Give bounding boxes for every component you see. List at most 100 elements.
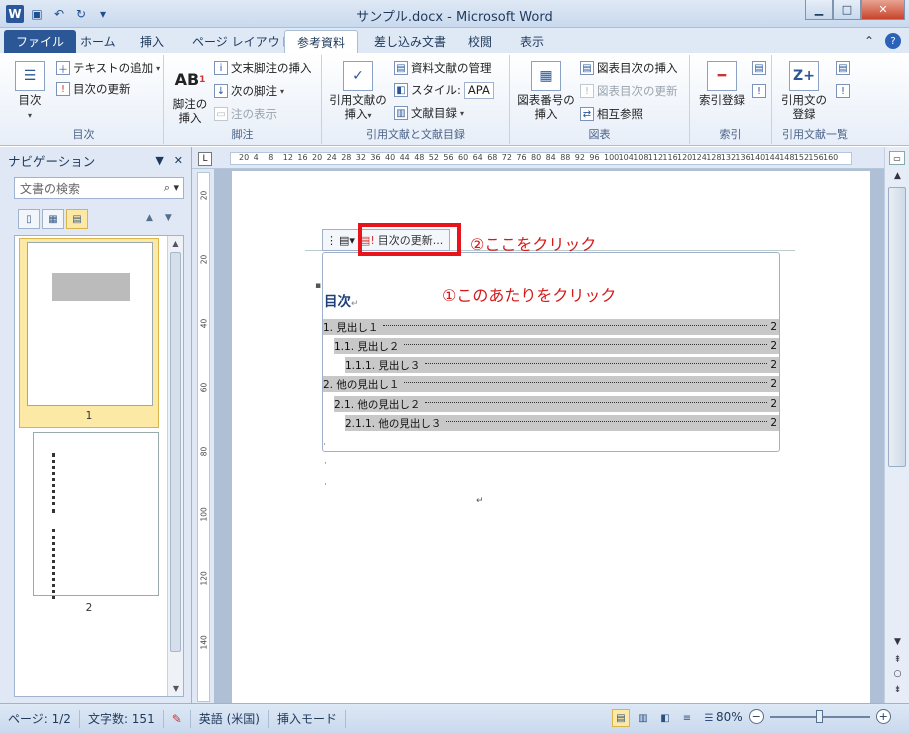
ruler-tick-label: 64 bbox=[472, 153, 483, 162]
toc-menu-icon[interactable]: ▤▾ bbox=[339, 234, 355, 247]
nav-next-icon[interactable]: ▼ bbox=[165, 213, 172, 223]
insert-toa-button[interactable]: ▤ bbox=[836, 59, 850, 77]
add-text-button[interactable]: ＋ テキストの追加 ▾ bbox=[56, 59, 160, 77]
document-scroll-thumb[interactable] bbox=[888, 187, 906, 467]
style-dropdown[interactable]: APA bbox=[463, 81, 494, 99]
scroll-down-icon[interactable]: ▼ bbox=[168, 681, 183, 696]
update-toc-button[interactable]: ! 目次の更新 bbox=[56, 80, 131, 98]
insert-table-of-figures-button[interactable]: ▤ 図表目次の挿入 bbox=[580, 59, 678, 77]
nav-tab-results[interactable]: ▤ bbox=[66, 209, 88, 229]
style-selector[interactable]: ◧ スタイル: APA bbox=[394, 81, 494, 99]
thumbnail-page-1-number: 1 bbox=[85, 410, 93, 422]
nav-tab-headings[interactable]: ▯ bbox=[18, 209, 40, 229]
scroll-down-icon[interactable]: ▼ bbox=[885, 637, 909, 647]
footnote-icon: AB 1 bbox=[174, 70, 206, 89]
status-insert-mode[interactable]: 挿入モード bbox=[269, 709, 346, 728]
zoom-in-icon[interactable]: + bbox=[875, 709, 891, 724]
ruler-tick-label: 140 bbox=[750, 153, 766, 162]
update-toa-button[interactable]: ! bbox=[836, 82, 850, 100]
next-page-icon[interactable]: ⇟ bbox=[885, 685, 909, 695]
toc-entry[interactable]: 2.1.1. 他の見出し３ 2 bbox=[345, 415, 779, 431]
nav-search-placeholder: 文書の検索 bbox=[20, 181, 81, 196]
tab-home[interactable]: ホーム bbox=[68, 30, 128, 53]
group-caption: ▦ 図表番号の 挿入 ▤ 図表目次の挿入 ! 図表目次の更新 ⇄ 相互参照 図表 bbox=[510, 55, 690, 144]
status-word-count[interactable]: 文字数: 151 bbox=[80, 709, 164, 728]
thumbnail-page-2[interactable] bbox=[33, 432, 159, 599]
cross-reference-button[interactable]: ⇄ 相互参照 bbox=[580, 105, 643, 123]
mark-entry-button[interactable]: ━ 索引登録 bbox=[694, 61, 750, 107]
toc-entry[interactable]: 1. 見出し１ 2 bbox=[323, 319, 779, 335]
tab-mailings[interactable]: 差し込み文書 bbox=[362, 30, 458, 53]
insert-index-button[interactable]: ▤ bbox=[752, 59, 766, 77]
zoom-slider[interactable] bbox=[769, 709, 870, 723]
outline-view-icon[interactable]: ≡ bbox=[678, 709, 696, 727]
zoom-knob[interactable] bbox=[815, 709, 823, 723]
toc-entry[interactable]: 2. 他の見出し１ 2 bbox=[323, 376, 779, 392]
zoom-level[interactable]: 80% bbox=[716, 710, 743, 724]
web-layout-icon[interactable]: ◧ bbox=[656, 709, 674, 727]
next-footnote-button[interactable]: ↓ 次の脚注 ▾ bbox=[214, 82, 284, 100]
tab-selector-button[interactable]: L bbox=[198, 152, 212, 166]
group-label-citation: 引用文献と文献目録 bbox=[366, 128, 465, 141]
insert-citation-button[interactable]: ✓ 引用文献の 挿入▾ bbox=[326, 61, 390, 123]
manage-sources-button[interactable]: ▤ 資料文献の管理 bbox=[394, 59, 492, 77]
thumbnail-page-1[interactable] bbox=[27, 242, 153, 406]
add-text-icon: ＋ bbox=[56, 61, 70, 76]
scroll-up-icon[interactable]: ▲ bbox=[168, 236, 183, 251]
search-icon[interactable]: ⌕ ▾ bbox=[164, 181, 179, 195]
full-screen-reading-icon[interactable]: ▥ bbox=[634, 709, 652, 727]
paragraph-mark: · bbox=[324, 459, 327, 469]
nav-close-icon[interactable]: ✕ bbox=[174, 154, 183, 167]
nav-tab-pages[interactable]: ▦ bbox=[42, 209, 64, 229]
minimize-button[interactable]: ▁ bbox=[805, 0, 833, 20]
minimize-ribbon-icon[interactable]: ⌃ bbox=[861, 33, 877, 49]
toc-button[interactable]: ☰ 目次 ▾ bbox=[10, 61, 50, 123]
tab-file[interactable]: ファイル bbox=[4, 30, 77, 53]
close-button[interactable]: ✕ bbox=[861, 0, 905, 20]
nav-prev-icon[interactable]: ▲ bbox=[146, 213, 153, 223]
cursor-mark: ▪ bbox=[315, 281, 322, 291]
prev-page-icon[interactable]: ⇞ bbox=[885, 655, 909, 665]
split-icon[interactable]: ▭ bbox=[889, 151, 905, 165]
tab-review[interactable]: 校閲 bbox=[456, 30, 504, 53]
ruler-tick-label: 16 bbox=[297, 153, 308, 162]
ruler-tick-label: 108 bbox=[633, 153, 649, 162]
ruler-tick-label: 80 bbox=[199, 446, 209, 457]
page-thumbnails: 1 2 ▲ ▼ bbox=[14, 235, 184, 697]
insert-endnote-button[interactable]: i 文末脚注の挿入 bbox=[214, 59, 312, 77]
toc-handle-icon[interactable]: ⋮ bbox=[326, 234, 337, 247]
annotation-step-2: ②ここをクリック bbox=[470, 235, 597, 254]
update-index-button[interactable]: ! bbox=[752, 82, 766, 100]
caption-icon: ▦ bbox=[531, 61, 561, 91]
tab-insert[interactable]: 挿入 bbox=[128, 30, 176, 53]
thumbnail-scroll-thumb[interactable] bbox=[170, 252, 181, 652]
tab-view[interactable]: 表示 bbox=[508, 30, 556, 53]
show-notes-button[interactable]: ▭ 注の表示 bbox=[214, 105, 277, 123]
thumbnail-scrollbar[interactable]: ▲ ▼ bbox=[167, 236, 183, 696]
toc-entry[interactable]: 1.1. 見出し２ 2 bbox=[334, 338, 779, 354]
scroll-up-icon[interactable]: ▲ bbox=[885, 171, 909, 181]
maximize-button[interactable]: □ bbox=[833, 0, 861, 20]
vertical-ruler[interactable]: 20 20 40 60 80 100 120 140 bbox=[197, 172, 210, 702]
toc-entry[interactable]: 2.1. 他の見出し２ 2 bbox=[334, 396, 779, 412]
print-layout-icon[interactable]: ▤ bbox=[612, 709, 630, 727]
nav-search-input[interactable]: 文書の検索 ⌕ ▾ bbox=[14, 177, 184, 199]
browse-object-icon[interactable]: ○ bbox=[885, 669, 909, 679]
status-page[interactable]: ページ: 1/2 bbox=[0, 709, 80, 728]
status-language[interactable]: 英語 (米国) bbox=[191, 709, 269, 728]
update-table-of-figures-button[interactable]: ! 図表目次の更新 bbox=[580, 82, 678, 100]
help-icon[interactable]: ? bbox=[885, 33, 901, 49]
document-scrollbar[interactable]: ▭ ▲ ▼ ⇞ ○ ⇟ bbox=[884, 147, 909, 703]
ruler-tick-label: 144 bbox=[764, 153, 780, 162]
mark-citation-button[interactable]: Z+ 引用文の 登録 bbox=[774, 61, 834, 121]
nav-options-icon[interactable]: ▼ bbox=[155, 154, 163, 167]
bibliography-button[interactable]: ▥ 文献目録 ▾ bbox=[394, 104, 464, 122]
proofing-icon[interactable]: ✎ bbox=[164, 709, 191, 728]
insert-footnote-button[interactable]: AB 1 脚注の 挿入 bbox=[168, 65, 212, 126]
tab-references[interactable]: 参考資料 bbox=[284, 30, 359, 53]
horizontal-ruler[interactable]: 20 4 8 12 16 20 24 28 32 36 40 44 48 52 56 60 64 68 72 76 80… bbox=[230, 152, 852, 165]
toc-entry[interactable]: 1.1.1. 見出し３ 2 bbox=[345, 357, 779, 373]
zoom-out-icon[interactable]: − bbox=[748, 709, 764, 724]
paragraph-mark: ↵ bbox=[476, 496, 484, 506]
insert-caption-button[interactable]: ▦ 図表番号の 挿入 bbox=[514, 61, 578, 121]
